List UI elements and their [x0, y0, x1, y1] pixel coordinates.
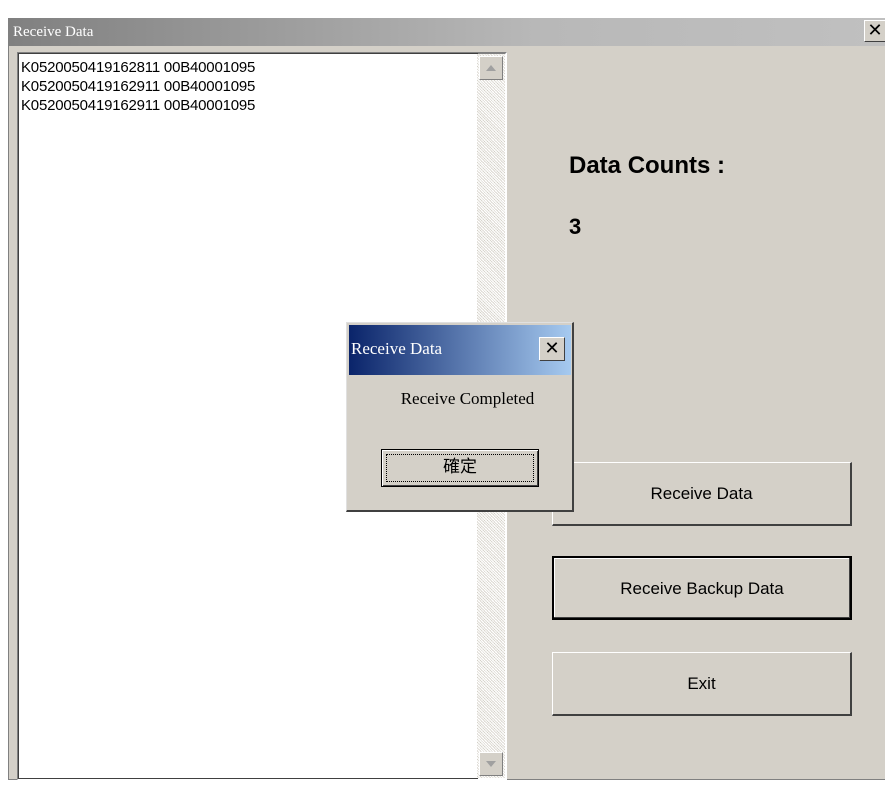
data-counts-value: 3: [569, 214, 582, 239]
receive-backup-data-button[interactable]: Receive Backup Data: [552, 556, 852, 620]
arrow-up-icon: [486, 65, 496, 71]
ok-button-label: 確定: [443, 457, 477, 477]
receive-completed-dialog: Receive Data ✕ Receive Completed 確定: [346, 322, 574, 512]
data-counts-label: Data Counts :: [569, 152, 725, 179]
window-title: Receive Data: [13, 24, 94, 40]
dialog-close-icon[interactable]: ✕: [539, 337, 565, 361]
list-item[interactable]: K0520050419162911 00B40001095: [19, 96, 255, 115]
exit-button[interactable]: Exit: [552, 652, 852, 716]
arrow-down-icon: [486, 761, 496, 767]
list-item[interactable]: K0520050419162911 00B40001095: [19, 77, 255, 96]
scroll-down-button[interactable]: [479, 752, 503, 776]
list-item[interactable]: K0520050419162811 00B40001095: [19, 58, 255, 77]
dialog-title: Receive Data: [351, 339, 443, 358]
main-titlebar[interactable]: Receive Data ✕: [9, 18, 885, 46]
receive-data-button[interactable]: Receive Data: [552, 462, 852, 526]
dialog-message: Receive Completed: [400, 389, 535, 408]
scroll-up-button[interactable]: [479, 56, 503, 80]
close-icon[interactable]: ✕: [864, 20, 885, 42]
ok-button[interactable]: 確定: [381, 449, 539, 487]
dialog-titlebar[interactable]: Receive Data ✕: [349, 325, 571, 375]
